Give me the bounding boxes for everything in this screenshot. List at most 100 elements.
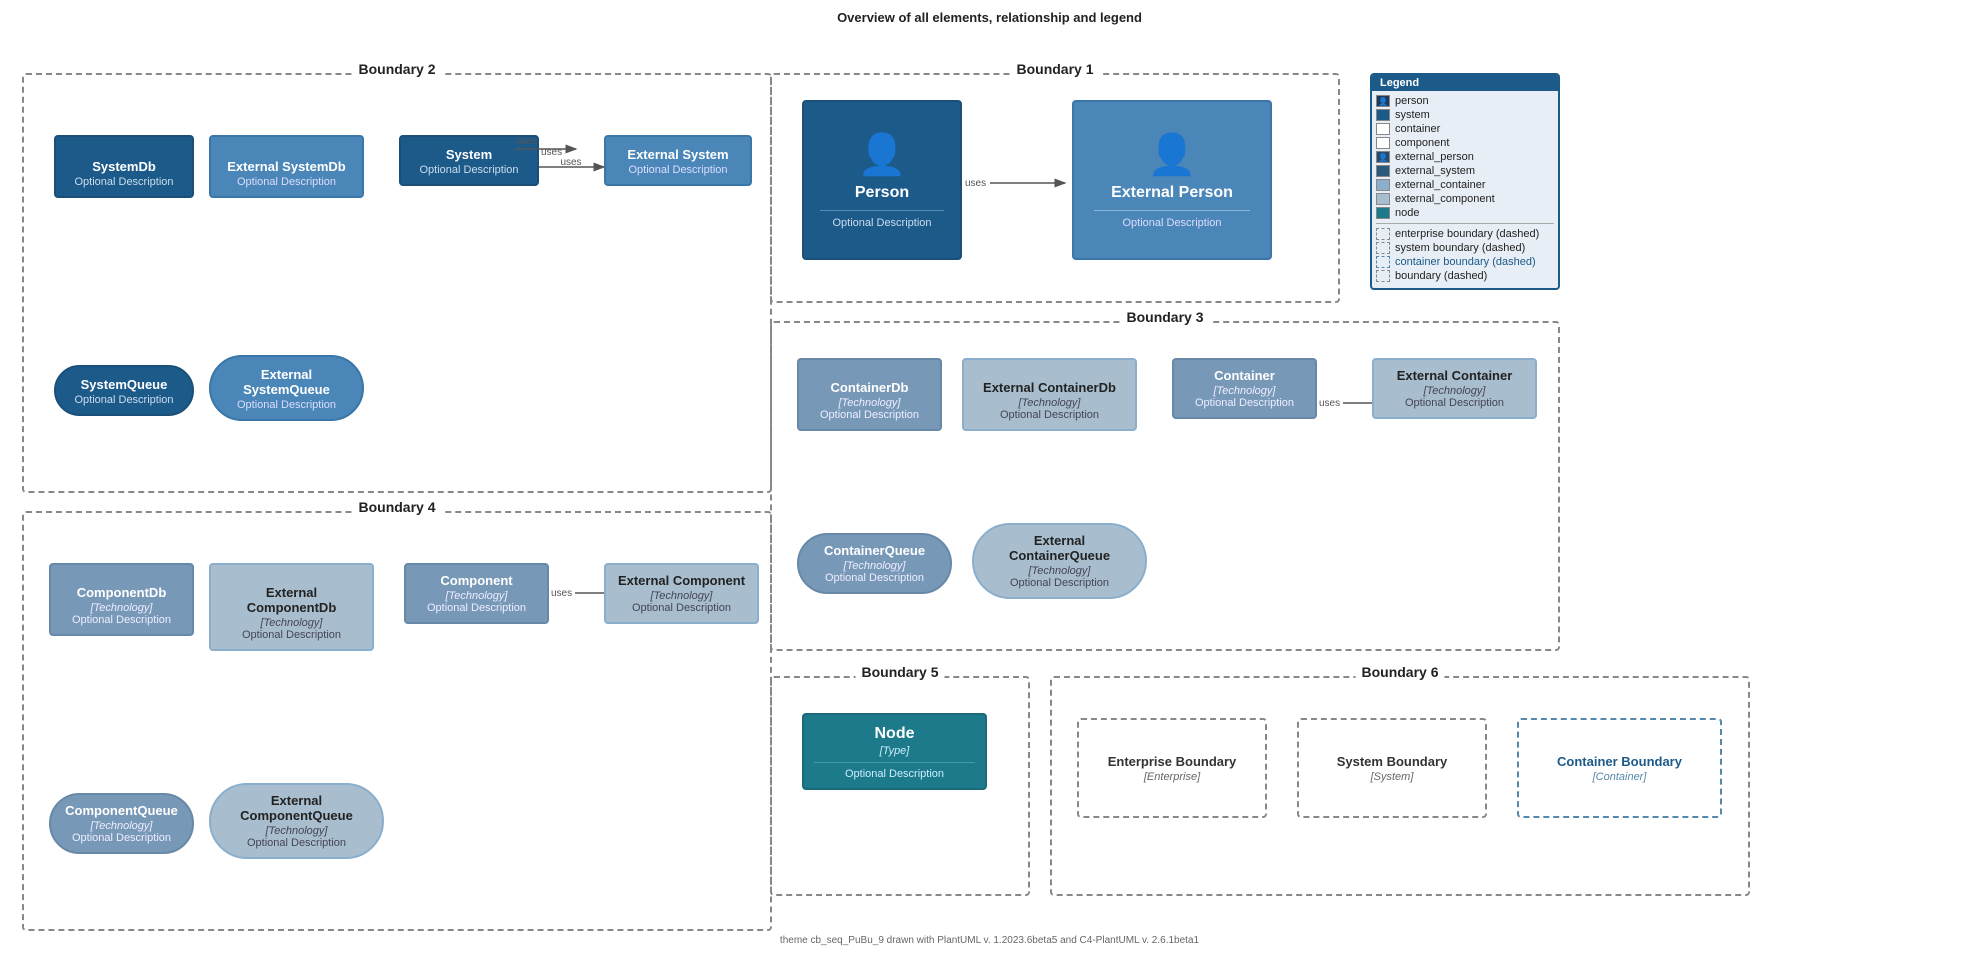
legend-label-component: component (1395, 137, 1449, 149)
boundary-4: Boundary 4 ComponentDb [Technology] Opti… (22, 511, 772, 931)
uses-label-component: uses (551, 588, 572, 599)
ext-system-name: External System (616, 147, 740, 162)
component-name: Component (416, 573, 537, 588)
ext-person-icon: 👤 (1147, 131, 1197, 178)
component-queue-card: ComponentQueue [Technology] Optional Des… (49, 793, 194, 854)
legend-icon-ext-component (1376, 193, 1390, 205)
ext-container-desc: Optional Description (1384, 397, 1525, 409)
component-queue-desc: Optional Description (61, 832, 182, 844)
legend-label-node: node (1395, 207, 1419, 219)
ext-system-db-name: External SystemDb (221, 159, 352, 174)
legend-row-enterprise-boundary: enterprise boundary (dashed) (1376, 228, 1554, 240)
container-boundary-name: Container Boundary (1557, 754, 1682, 769)
legend-title: Legend (1372, 75, 1558, 91)
component-queue-tech: [Technology] (61, 820, 182, 832)
person-icon: 👤 (857, 131, 907, 178)
legend-label-ext-component: external_component (1395, 193, 1495, 205)
enterprise-boundary-name: Enterprise Boundary (1108, 754, 1237, 769)
legend-icon-boundary (1376, 270, 1390, 282)
legend-row-boundary: boundary (dashed) (1376, 270, 1554, 282)
external-system-db-card: External SystemDb Optional Description (209, 135, 364, 198)
boundary-3: Boundary 3 ContainerDb [Technology] Opti… (770, 321, 1560, 651)
legend-icon-enterprise-boundary (1376, 228, 1390, 240)
system-queue-name: SystemQueue (66, 377, 182, 392)
ext-component-tech: [Technology] (616, 590, 747, 602)
legend-icon-container-boundary (1376, 256, 1390, 268)
ext-component-queue-name: External ComponentQueue (221, 793, 372, 823)
ext-system-desc: Optional Description (616, 164, 740, 176)
system-boundary-name: System Boundary (1337, 754, 1448, 769)
external-person-card: 👤 External Person Optional Description (1072, 100, 1272, 260)
legend-divider (1376, 223, 1554, 224)
ext-container-db-desc: Optional Description (974, 409, 1125, 421)
legend-row-ext-system: external_system (1376, 165, 1554, 177)
system-db-name: SystemDb (66, 159, 182, 174)
legend-icon-ext-container (1376, 179, 1390, 191)
boundary-5: Boundary 5 Node [Type] Optional Descript… (770, 676, 1030, 896)
ext-component-db-name: External ComponentDb (221, 585, 362, 615)
legend-icon-ext-person: 👤 (1376, 151, 1390, 163)
ext-person-name: External Person (1111, 184, 1233, 202)
legend-label-person: person (1395, 95, 1429, 107)
legend-icon-container (1376, 123, 1390, 135)
legend-icon-system (1376, 109, 1390, 121)
component-desc: Optional Description (416, 602, 537, 614)
legend: Legend 👤 person system container compone… (1370, 73, 1560, 290)
external-system-card: External System Optional Description (604, 135, 752, 186)
legend-row-ext-person: 👤 external_person (1376, 151, 1554, 163)
legend-row-ext-container: external_container (1376, 179, 1554, 191)
uses-label-person: uses (965, 178, 986, 189)
boundary-1-label: Boundary 1 (1010, 61, 1099, 77)
person-card: 👤 Person Optional Description (802, 100, 962, 260)
system-queue-card: SystemQueue Optional Description (54, 365, 194, 416)
boundary-4-label: Boundary 4 (352, 499, 441, 515)
legend-label-boundary: boundary (dashed) (1395, 270, 1487, 282)
legend-row-ext-component: external_component (1376, 193, 1554, 205)
system-desc: Optional Description (411, 164, 527, 176)
ext-component-name: External Component (616, 573, 747, 588)
ext-container-queue-tech: [Technology] (984, 565, 1135, 577)
svg-text:uses: uses (560, 157, 581, 168)
person-desc: Optional Description (832, 217, 931, 229)
boundary-1: Boundary 1 👤 Person Optional Description… (770, 73, 1340, 303)
node-desc: Optional Description (814, 768, 975, 780)
legend-row-system-boundary: system boundary (dashed) (1376, 242, 1554, 254)
component-tech: [Technology] (416, 590, 537, 602)
container-queue-card: ContainerQueue [Technology] Optional Des… (797, 533, 952, 594)
legend-row-system: system (1376, 109, 1554, 121)
page-title: Overview of all elements, relationship a… (0, 0, 1979, 31)
legend-row-person: 👤 person (1376, 95, 1554, 107)
system-boundary-type: [System] (1371, 771, 1414, 783)
container-tech: [Technology] (1184, 385, 1305, 397)
legend-label-system-boundary: system boundary (dashed) (1395, 242, 1525, 254)
system-db-desc: Optional Description (66, 176, 182, 188)
ext-system-queue-name: External SystemQueue (221, 367, 352, 397)
legend-row-container-boundary: container boundary (dashed) (1376, 256, 1554, 268)
ext-container-tech: [Technology] (1384, 385, 1525, 397)
ext-container-db-tech: [Technology] (974, 397, 1125, 409)
component-card: Component [Technology] Optional Descript… (404, 563, 549, 624)
boundary-5-label: Boundary 5 (855, 664, 944, 680)
container-db-name: ContainerDb (809, 380, 930, 395)
ext-component-queue-desc: Optional Description (221, 837, 372, 849)
node-name: Node (814, 725, 975, 743)
container-db-card: ContainerDb [Technology] Optional Descri… (797, 358, 942, 431)
boundary-2: Boundary 2 SystemDb Optional Description… (22, 73, 772, 493)
legend-row-container: container (1376, 123, 1554, 135)
enterprise-boundary-type: [Enterprise] (1144, 771, 1200, 783)
legend-label-container: container (1395, 123, 1440, 135)
container-queue-tech: [Technology] (809, 560, 940, 572)
legend-label-container-boundary: container boundary (dashed) (1395, 256, 1536, 268)
ext-container-db-card: External ContainerDb [Technology] Option… (962, 358, 1137, 431)
legend-row-node: node (1376, 207, 1554, 219)
footer: theme cb_seq_PuBu_9 drawn with PlantUML … (780, 935, 1199, 946)
boundary-3-label: Boundary 3 (1120, 309, 1209, 325)
boundary-6: Boundary 6 Enterprise Boundary [Enterpri… (1050, 676, 1750, 896)
uses-label-container: uses (1319, 398, 1340, 409)
system-name: System (411, 147, 527, 162)
legend-icon-person: 👤 (1376, 95, 1390, 107)
ext-container-db-name: External ContainerDb (974, 380, 1125, 395)
container-boundary-card: Container Boundary [Container] (1517, 718, 1722, 818)
legend-label-system: system (1395, 109, 1430, 121)
ext-system-queue-desc: Optional Description (221, 399, 352, 411)
